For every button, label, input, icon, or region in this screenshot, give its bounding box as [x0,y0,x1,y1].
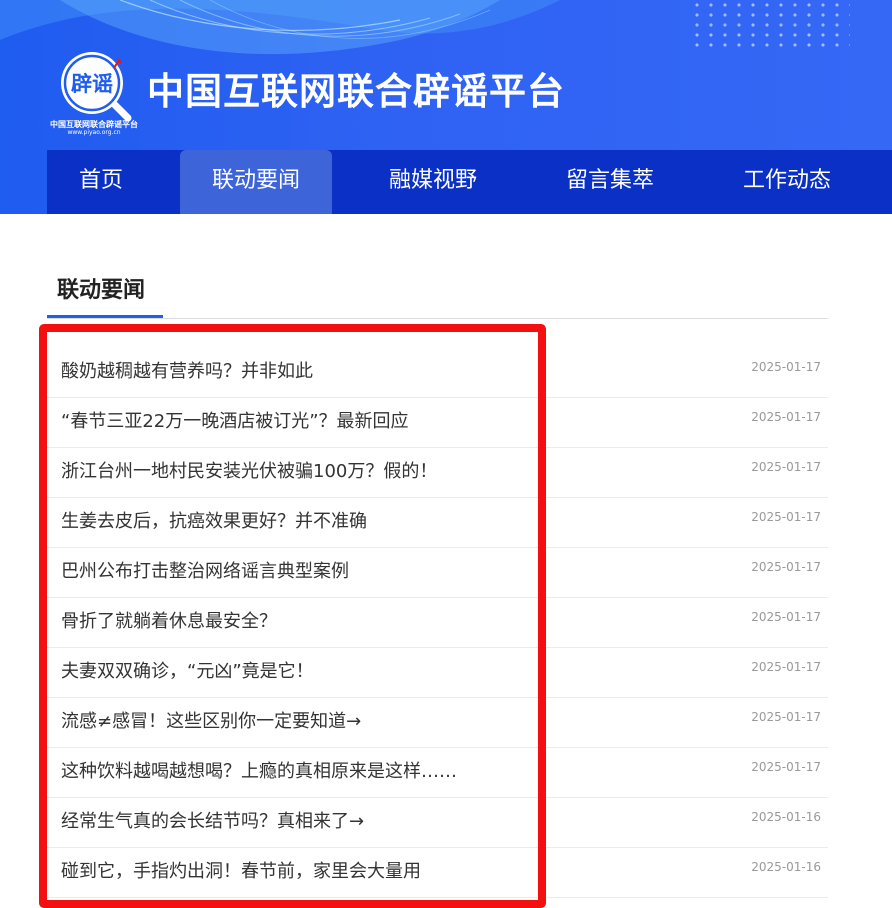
news-date: 2025-01-17 [751,410,821,424]
news-title-link[interactable]: 骨折了就躺着休息最安全？ [61,610,277,634]
nav-item-work-updates[interactable]: 工作动态 [712,150,862,214]
news-date: 2025-01-17 [751,460,821,474]
main-nav: 首页 联动要闻 融媒视野 留言集萃 工作动态 [47,150,892,214]
news-item[interactable]: 碰到它，手指灼出洞！春节前，家里会大量用 2025-01-16 [47,848,828,898]
section-divider [47,318,828,319]
news-date: 2025-01-17 [751,510,821,524]
news-item[interactable]: 酸奶越稠越有营养吗？并非如此 2025-01-17 [47,348,828,398]
news-date: 2025-01-17 [751,560,821,574]
nav-item-message-collection[interactable]: 留言集萃 [535,150,685,214]
news-item[interactable]: 生姜去皮后，抗癌效果更好？并不准确 2025-01-17 [47,498,828,548]
news-item[interactable]: “春节三亚22万一晚酒店被订光”？最新回应 2025-01-17 [47,398,828,448]
news-title-link[interactable]: 夫妻双双确诊，“元凶”竟是它！ [61,660,314,684]
dot-pattern-decoration [690,0,850,50]
news-date: 2025-01-17 [751,360,821,374]
news-title-link[interactable]: 浙江台州一地村民安装光伏被骗100万？假的！ [61,460,437,484]
news-item[interactable]: 流感≠感冒！这些区别你一定要知道→ 2025-01-17 [47,698,828,748]
news-item[interactable]: 这种饮料越喝越想喝？上瘾的真相原来是这样…… 2025-01-17 [47,748,828,798]
logo-badge-text: 辟谣 [71,72,113,96]
nav-item-home[interactable]: 首页 [47,150,155,214]
site-title[interactable]: 中国互联网联合辟谣平台 [147,66,565,118]
nav-item-media-vision[interactable]: 融媒视野 [358,150,508,214]
news-item[interactable]: 夫妻双双确诊，“元凶”竟是它！ 2025-01-17 [47,648,828,698]
nav-item-linked-news[interactable]: 联动要闻 [180,150,332,214]
news-title-link[interactable]: “春节三亚22万一晚酒店被订光”？最新回应 [61,410,409,434]
logo-url: www.piyao.org.cn [67,129,121,136]
news-item[interactable]: 巴州公布打击整治网络谣言典型案例 2025-01-17 [47,548,828,598]
news-date: 2025-01-17 [751,660,821,674]
news-item[interactable]: 浙江台州一地村民安装光伏被骗100万？假的！ 2025-01-17 [47,448,828,498]
news-date: 2025-01-17 [751,610,821,624]
news-title-link[interactable]: 碰到它，手指灼出洞！春节前，家里会大量用 [61,860,421,884]
news-title-link[interactable]: 这种饮料越喝越想喝？上瘾的真相原来是这样…… [61,760,457,784]
news-date: 2025-01-17 [751,760,821,774]
news-date: 2025-01-16 [751,860,821,874]
news-title-link[interactable]: 生姜去皮后，抗癌效果更好？并不准确 [61,510,367,534]
news-date: 2025-01-17 [751,710,821,724]
news-list: 酸奶越稠越有营养吗？并非如此 2025-01-17 “春节三亚22万一晚酒店被订… [47,348,828,898]
news-title-link[interactable]: 流感≠感冒！这些区别你一定要知道→ [61,710,361,734]
news-item[interactable]: 骨折了就躺着休息最安全？ 2025-01-17 [47,598,828,648]
news-title-link[interactable]: 酸奶越稠越有营养吗？并非如此 [61,360,313,384]
news-title-link[interactable]: 经常生气真的会长结节吗？真相来了→ [61,810,364,834]
news-item[interactable]: 经常生气真的会长结节吗？真相来了→ 2025-01-16 [47,798,828,848]
news-title-link[interactable]: 巴州公布打击整治网络谣言典型案例 [61,560,349,584]
news-date: 2025-01-16 [751,810,821,824]
section-title: 联动要闻 [57,278,146,303]
site-header: 辟谣 中国互联网联合辟谣平台 www.piyao.org.cn 中国互联网联合辟… [0,0,892,214]
